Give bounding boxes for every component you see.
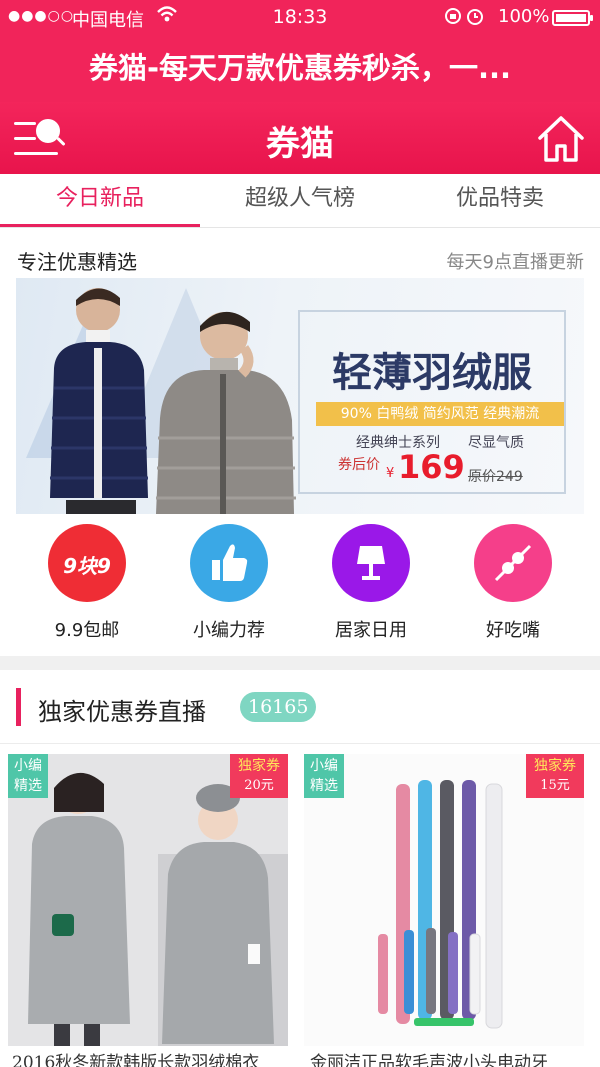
nav-header: 券猫 [0,102,600,174]
product-card[interactable]: 小编 精选 独家券 15元 [304,754,584,1046]
battery-icon [552,10,593,26]
promo-currency: ¥ [386,466,395,481]
product-card[interactable]: 小编 精选 独家券 20元 [8,754,288,1046]
exclusive-coupon-tag: 独家券 20元 [230,754,288,798]
promo-price: 169 [398,448,465,486]
status-bar: ●●●○○ 中国电信 18:33 100% [0,0,600,34]
tab-new-today[interactable]: 今日新品 [0,174,200,228]
category-label: 好吃嘴 [486,620,540,641]
active-tab-indicator [0,224,200,227]
promo-original-price: 原价249 [468,469,523,485]
home-icon[interactable] [536,114,586,164]
lamp-icon [332,524,410,602]
category-home-goods[interactable]: 居家日用 [311,524,431,642]
model-photo-grey-jacket [156,311,296,514]
app-brand-title: 券猫 [266,124,334,164]
promo-feature-stripe: 90% 白鸭绒 简约风范 经典潮流 [316,402,564,426]
category-nine-nine[interactable]: 9块9 9.9包邮 [27,524,147,642]
tab-bar: 今日新品 超级人气榜 优品特卖 [0,174,600,228]
page-title-banner: 券猫-每天万款优惠券秒杀，一... [0,34,600,102]
rotation-lock-icon [444,6,488,30]
editor-pick-tag: 小编 精选 [8,754,48,798]
exclusive-coupon-tag: 独家券 15元 [526,754,584,798]
promo-banner[interactable]: 轻薄羽绒服 90% 白鸭绒 简约风范 经典潮流 经典绅士系列 尽显气质 券后价 … [16,278,584,514]
exclusive-section-header: 独家优惠券直播 16165 [0,670,600,744]
tab-popular-ranking[interactable]: 超级人气榜 [200,174,400,228]
featured-section-header: 专注优惠精选 每天9点直播更新 [0,228,600,278]
promo-headline: 轻薄羽绒服 [332,349,532,396]
tab-special-sale[interactable]: 优品特卖 [400,174,600,228]
product-title[interactable]: 金丽洁正品软毛声波小头电动牙 [310,1048,600,1067]
exclusive-heading: 独家优惠券直播 [38,698,206,726]
featured-heading: 专注优惠精选 [17,250,137,274]
product-title[interactable]: 2016秋冬新款韩版长款羽绒棉衣 [12,1048,302,1067]
thumbs-up-icon [190,524,268,602]
promo-price-label: 券后价 [338,457,380,473]
section-divider [0,656,600,670]
section-accent-bar [16,688,21,726]
battery-percent: 100% [498,6,550,27]
category-label: 居家日用 [335,620,407,641]
skewer-food-icon [474,524,552,602]
category-label: 9.9包邮 [54,620,120,641]
category-label: 小编力荐 [193,620,265,641]
editor-pick-tag: 小编 精选 [304,754,344,798]
coupon-count-badge: 16165 [240,692,317,722]
category-editor-picks[interactable]: 小编力荐 [169,524,289,642]
category-row: 9块9 9.9包邮 小编力荐 居家日用 好吃嘴 [0,518,600,656]
featured-subheading: 每天9点直播更新 [446,252,584,273]
nine-nine-icon: 9块9 [48,524,126,602]
model-photo-navy-jacket [50,288,148,514]
category-snacks[interactable]: 好吃嘴 [453,524,573,642]
app-screen: ●●●○○ 中国电信 18:33 100% 券猫-每天万款优惠券秒杀，一... … [0,0,600,1067]
